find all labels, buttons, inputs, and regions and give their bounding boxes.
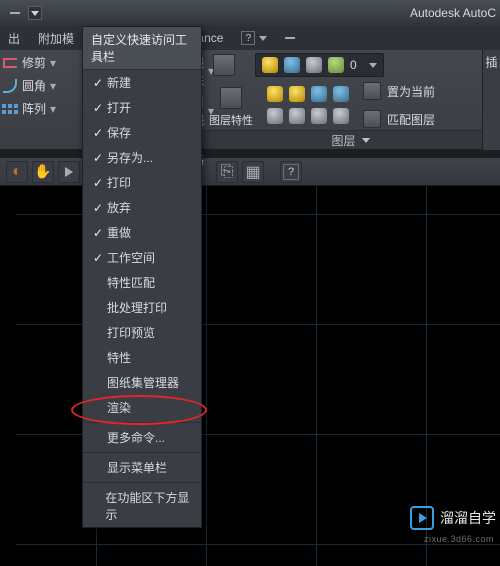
ribbon-minimize[interactable] — [285, 37, 295, 39]
menu-item-printpreview[interactable]: 打印预览 — [83, 320, 201, 345]
menu-header: 自定义快速访问工具栏 — [83, 27, 201, 70]
chevron-down-icon — [31, 11, 39, 16]
chevron-down-icon — [362, 138, 370, 143]
qat-dropdown-trigger[interactable] — [28, 6, 42, 20]
annotation-highlight — [71, 395, 207, 425]
menu-item-props[interactable]: 特性 — [83, 345, 201, 370]
layer-panel-title[interactable]: 图层 — [201, 130, 500, 149]
layer-properties-button[interactable] — [209, 50, 239, 80]
lock-icon — [306, 57, 322, 73]
bulb-icon[interactable] — [267, 86, 283, 102]
layer-props-label: 图层特性 — [209, 115, 253, 127]
menu-item-open[interactable]: ✓打开 — [83, 95, 201, 120]
chevron-down-icon — [369, 63, 377, 68]
play-icon — [65, 167, 73, 177]
lock-icon[interactable] — [311, 108, 327, 124]
array-tool[interactable]: 阵列 ▾ — [2, 100, 78, 117]
tab-output[interactable]: 出 — [8, 30, 20, 47]
layers-stack-icon — [220, 87, 242, 109]
menu-item-saveas[interactable]: ✓另存为... — [83, 145, 201, 170]
lock-icon[interactable] — [333, 108, 349, 124]
lock-icon[interactable] — [289, 108, 305, 124]
bulb-icon[interactable] — [289, 86, 305, 102]
app-title: Autodesk AutoC — [410, 6, 500, 20]
layers-icon — [213, 54, 235, 76]
trim-icon — [3, 58, 17, 68]
qat-customize-menu: 自定义快速访问工具栏 ✓新建 ✓打开 ✓保存 ✓另存为... ✓打印 ✓放弃 ✓… — [82, 26, 202, 528]
tool-icon[interactable]: ✋ — [32, 161, 54, 183]
fillet-icon — [3, 79, 17, 93]
array-icon — [2, 104, 18, 114]
tool-icon[interactable]: ▦ — [242, 161, 264, 183]
trim-label: 修剪 — [22, 54, 46, 71]
tool-icon[interactable] — [58, 161, 80, 183]
set-current-icon — [363, 82, 381, 100]
ribbon-tab-bar: 出 附加模 BIM 360 Performance ? — [0, 26, 500, 50]
trim-tool[interactable]: 修剪 ▾ — [2, 54, 78, 71]
help-icon: ? — [241, 31, 255, 45]
tab-help[interactable]: ? — [241, 31, 267, 45]
plot-icon — [328, 57, 344, 73]
help-button[interactable]: ? — [280, 161, 302, 183]
menu-item-redo[interactable]: ✓重做 — [83, 220, 201, 245]
layer-state-combo[interactable]: 0 — [255, 53, 384, 77]
menu-item-new[interactable]: ✓新建 — [83, 70, 201, 95]
set-current-button[interactable]: 置为当前 — [363, 82, 435, 100]
qat-icon — [6, 4, 24, 22]
menu-item-showmenu[interactable]: 显示菜单栏 — [83, 455, 201, 480]
tool-icon[interactable]: ◐ — [6, 161, 28, 183]
menu-item-morecmds[interactable]: 更多命令... — [83, 425, 201, 450]
menu-item-batchprint[interactable]: 批处理打印 — [83, 295, 201, 320]
menu-item-save[interactable]: ✓保存 — [83, 120, 201, 145]
fillet-label: 圆角 — [22, 77, 46, 94]
watermark-text: 溜溜自学 — [440, 508, 496, 528]
tool-icon[interactable]: ⎘ — [216, 161, 238, 183]
menu-item-matchprops[interactable]: 特性匹配 — [83, 270, 201, 295]
layer-panel: 0 图层特性 — [201, 50, 500, 149]
fillet-tool[interactable]: 圆角 ▾ — [2, 77, 78, 94]
secondary-toolbar: ◐ ✋ ⎘ ▦ ? — [0, 158, 500, 186]
freeze-icon[interactable] — [311, 86, 327, 102]
watermark-logo-icon — [410, 506, 434, 530]
help-icon: ? — [283, 164, 299, 180]
lock-icon[interactable] — [267, 108, 283, 124]
bulb-icon — [262, 57, 278, 73]
tab-addon[interactable]: 附加模 — [38, 30, 74, 47]
match-layer-label: 匹配图层 — [387, 111, 435, 128]
plugin-strip[interactable]: 插 — [482, 50, 500, 150]
menu-item-workspace[interactable]: ✓工作空间 — [83, 245, 201, 270]
match-layer-icon — [363, 110, 381, 128]
array-label: 阵列 — [22, 100, 46, 117]
freeze-icon[interactable] — [333, 86, 349, 102]
chevron-down-icon — [259, 36, 267, 41]
pan-icon: ✋ — [34, 163, 51, 180]
menu-item-print[interactable]: ✓打印 — [83, 170, 201, 195]
menu-item-belowribbon[interactable]: 在功能区下方显示 — [83, 485, 201, 527]
freeze-icon — [284, 57, 300, 73]
set-current-label: 置为当前 — [387, 83, 435, 100]
watermark-sub: zixue.3d66.com — [424, 534, 494, 544]
menu-item-sheetset[interactable]: 图纸集管理器 — [83, 370, 201, 395]
watermark: 溜溜自学 — [410, 506, 496, 530]
menu-item-undo[interactable]: ✓放弃 — [83, 195, 201, 220]
modify-panel: 修剪 ▾ 圆角 ▾ 阵列 ▾ — [0, 50, 80, 149]
match-layer-button[interactable]: 匹配图层 — [363, 110, 435, 128]
